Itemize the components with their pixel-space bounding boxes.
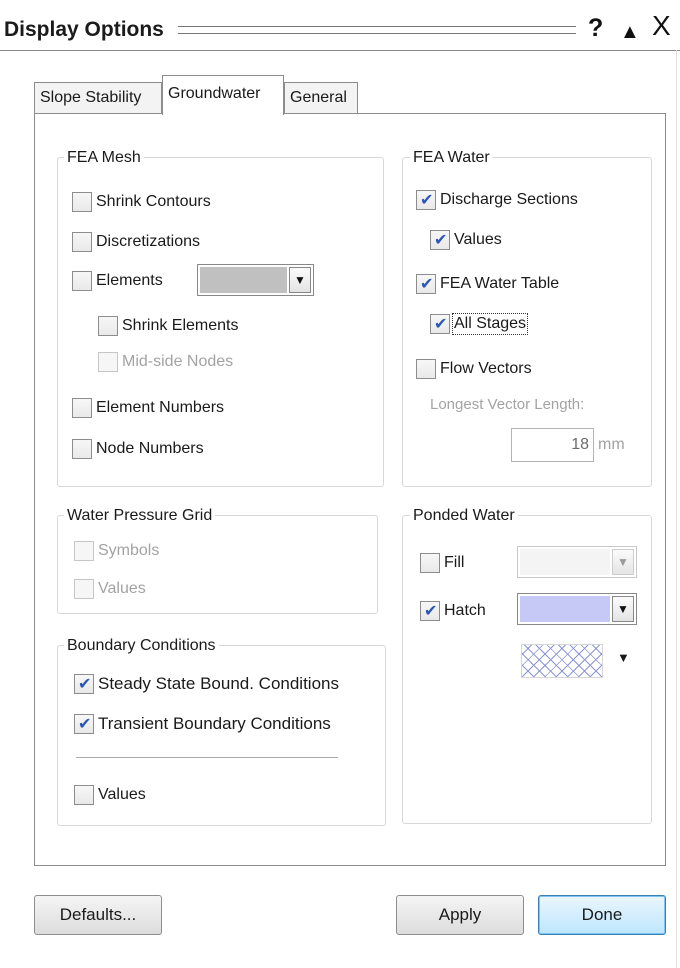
discharge-sections-checkbox[interactable]: Discharge Sections: [416, 188, 578, 212]
shrink-elements-checkbox[interactable]: Shrink Elements: [98, 314, 239, 338]
checkbox-label: Node Numbers: [96, 440, 204, 457]
checkbox-box[interactable]: [72, 398, 92, 418]
ponded-hatch-checkbox[interactable]: Hatch: [420, 599, 486, 623]
checkbox-box[interactable]: [72, 271, 92, 291]
elements-color-swatch: [200, 267, 287, 293]
checkbox-box[interactable]: [430, 230, 450, 250]
fill-color-picker: ▼: [517, 546, 637, 578]
checkbox-box[interactable]: [74, 674, 94, 694]
fill-color-swatch: [520, 549, 610, 575]
checkbox-box[interactable]: [72, 232, 92, 252]
ponded-water-group-title: Ponded Water: [410, 507, 518, 525]
tab-groundwater[interactable]: Groundwater: [162, 75, 284, 115]
checkbox-box[interactable]: [74, 714, 94, 734]
checkbox-label: Elements: [96, 272, 163, 289]
tab-general[interactable]: General: [284, 82, 358, 114]
defaults-button[interactable]: Defaults...: [34, 895, 162, 935]
element-numbers-checkbox[interactable]: Element Numbers: [72, 396, 224, 420]
done-button[interactable]: Done: [538, 895, 666, 935]
checkbox-box[interactable]: [74, 785, 94, 805]
checkbox-label: All Stages: [451, 313, 529, 335]
wpg-symbols-checkbox: Symbols: [74, 539, 159, 563]
elements-checkbox[interactable]: Elements: [72, 269, 163, 293]
chevron-down-icon[interactable]: ▼: [289, 267, 311, 293]
fea-water-table-checkbox[interactable]: FEA Water Table: [416, 272, 559, 296]
hatch-color-swatch: [520, 596, 610, 622]
discharge-values-checkbox[interactable]: Values: [430, 228, 502, 252]
tab-slope-stability[interactable]: Slope Stability: [34, 82, 162, 114]
apply-button[interactable]: Apply: [396, 895, 524, 935]
vector-length-unit: mm: [598, 436, 625, 453]
mid-side-nodes-checkbox: Mid-side Nodes: [98, 350, 233, 374]
checkbox-label: Discretizations: [96, 233, 201, 250]
checkbox-label: Mid-side Nodes: [122, 353, 234, 370]
wpg-values-checkbox: Values: [74, 577, 146, 601]
fea-mesh-group-title: FEA Mesh: [64, 149, 144, 167]
checkbox-box[interactable]: [416, 190, 436, 210]
ponded-fill-checkbox[interactable]: Fill: [420, 551, 464, 575]
checkbox-box[interactable]: [72, 439, 92, 459]
checkbox-label: Symbols: [98, 542, 160, 559]
node-numbers-checkbox[interactable]: Node Numbers: [72, 437, 204, 461]
checkbox-label: Fill: [444, 554, 465, 571]
collapse-triangle-icon[interactable]: ▲: [620, 18, 640, 46]
checkbox-label: Transient Boundary Conditions: [98, 714, 331, 733]
window-edge: [676, 50, 677, 968]
boundary-values-checkbox[interactable]: Values: [74, 783, 146, 807]
checkbox-box[interactable]: [416, 274, 436, 294]
checkbox-label: Flow Vectors: [440, 360, 532, 377]
chevron-down-icon[interactable]: ▼: [612, 596, 634, 622]
checkbox-label: Shrink Elements: [122, 317, 239, 334]
checkbox-label: Steady State Bound. Conditions: [98, 674, 339, 693]
checkbox-label: FEA Water Table: [440, 275, 560, 292]
help-icon[interactable]: ?: [588, 14, 603, 42]
water-pressure-grid-group-title: Water Pressure Grid: [64, 507, 216, 525]
checkbox-box: [98, 352, 118, 372]
steady-state-conditions-checkbox[interactable]: Steady State Bound. Conditions: [74, 672, 339, 696]
chevron-down-icon[interactable]: ▼: [617, 650, 630, 665]
checkbox-box[interactable]: [98, 316, 118, 336]
all-stages-checkbox[interactable]: All Stages: [430, 312, 529, 336]
checkbox-box[interactable]: [420, 553, 440, 573]
checkbox-box: [74, 579, 94, 599]
checkbox-box[interactable]: [420, 601, 440, 621]
checkbox-label: Values: [454, 231, 502, 248]
title-grip-rule[interactable]: [178, 26, 576, 34]
checkbox-label: Values: [98, 580, 146, 597]
longest-vector-length-label: Longest Vector Length:: [430, 396, 585, 413]
hatch-color-picker[interactable]: ▼: [517, 593, 637, 625]
title-divider: [0, 50, 680, 51]
checkbox-label: Values: [98, 786, 146, 803]
flow-vectors-checkbox[interactable]: Flow Vectors: [416, 357, 532, 381]
shrink-contours-checkbox[interactable]: Shrink Contours: [72, 190, 211, 214]
dialog-title: Display Options: [4, 18, 164, 41]
checkbox-box[interactable]: [416, 359, 436, 379]
checkbox-box[interactable]: [430, 314, 450, 334]
chevron-down-icon: ▼: [612, 549, 634, 575]
hatch-pattern-swatch: [521, 644, 603, 678]
checkbox-box[interactable]: [72, 192, 92, 212]
close-icon[interactable]: X: [652, 12, 671, 40]
checkbox-label: Element Numbers: [96, 399, 225, 416]
elements-color-picker[interactable]: ▼: [197, 264, 314, 296]
checkbox-label: Shrink Contours: [96, 193, 211, 210]
boundary-separator: [76, 757, 338, 758]
discretizations-checkbox[interactable]: Discretizations: [72, 230, 200, 254]
transient-conditions-checkbox[interactable]: Transient Boundary Conditions: [74, 712, 331, 736]
checkbox-box: [74, 541, 94, 561]
longest-vector-length-input[interactable]: 18: [511, 428, 594, 462]
checkbox-label: Hatch: [444, 602, 486, 619]
boundary-conditions-group-title: Boundary Conditions: [64, 637, 219, 655]
hatch-pattern-picker[interactable]: ▼: [517, 640, 639, 684]
fea-water-group-title: FEA Water: [410, 149, 493, 167]
checkbox-label: Discharge Sections: [440, 191, 578, 208]
